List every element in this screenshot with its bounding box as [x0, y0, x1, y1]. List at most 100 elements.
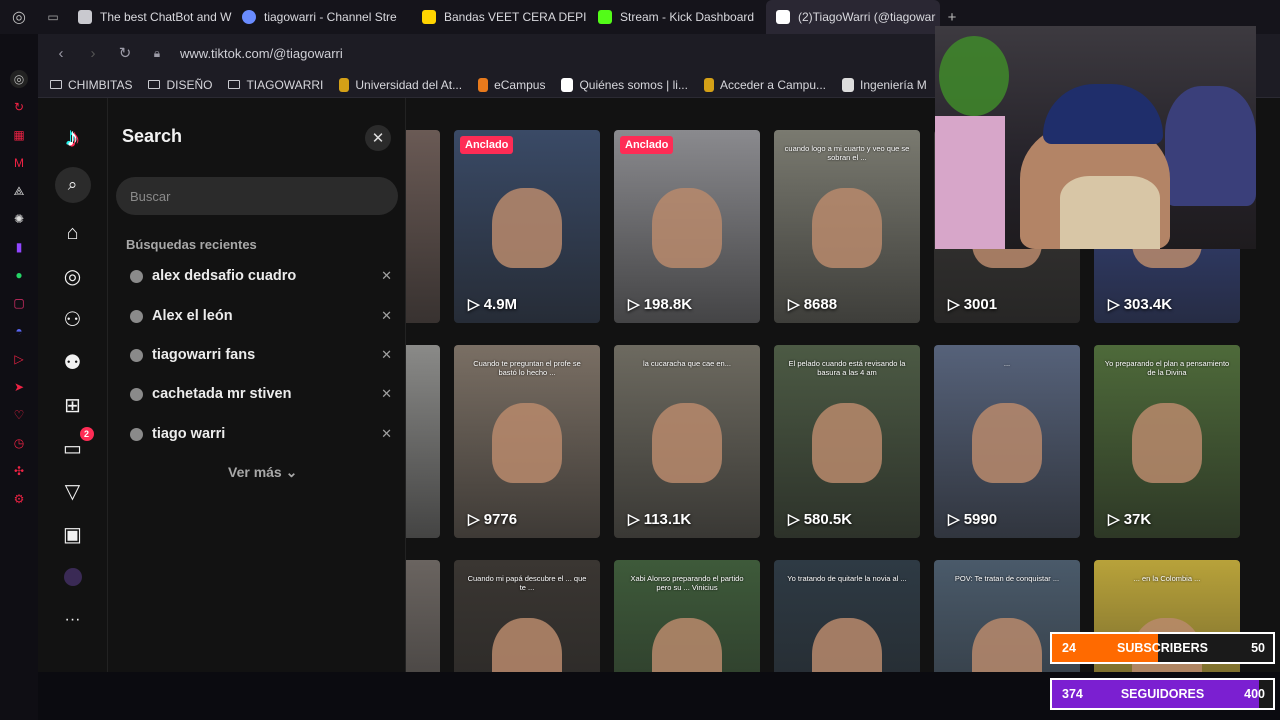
video-card[interactable]: Yo tratando de quitarle la novia al ... [774, 560, 920, 672]
recent-search-item[interactable]: Alex el león ✕ [130, 301, 398, 331]
extensions-icon[interactable]: ✣ [10, 462, 28, 480]
view-count: ▷ 198.8K [628, 296, 693, 313]
instagram-icon[interactable]: ▢ [10, 294, 28, 312]
following-icon[interactable]: ⚇ [60, 306, 86, 332]
video-card[interactable]: Cuando mi papá descubre el ... que te ..… [454, 560, 600, 672]
video-card[interactable]: la cucaracha que cae en... ▷ 113.1K [614, 345, 760, 538]
tab-kick-dashboard[interactable]: Stream - Kick Dashboard [588, 0, 766, 34]
opera-menu-icon[interactable]: ◎ [0, 7, 38, 27]
followers-goal-bar: 374 SEGUIDORES 400 [1050, 678, 1275, 710]
remove-icon[interactable]: ✕ [381, 386, 392, 402]
forward-icon[interactable]: › [84, 45, 102, 62]
see-more-button[interactable]: Ver más ⌄ [228, 464, 297, 481]
bookmark-universidad[interactable]: Universidad del At... [339, 77, 462, 92]
subscribers-label: SUBSCRIBERS [1117, 641, 1208, 655]
bookmark-quienes-somos[interactable]: Quiénes somos | li... [561, 77, 688, 92]
recent-search-label: cachetada mr stiven [152, 386, 292, 402]
video-card[interactable]: Anclado ▷ 198.8K [614, 130, 760, 323]
bookmark-ecampus[interactable]: eCampus [478, 77, 545, 92]
tiktok-logo-icon[interactable]: ♪ [60, 122, 86, 152]
history-clock-icon [130, 427, 143, 441]
heart-icon[interactable]: ♡ [10, 406, 28, 424]
video-card[interactable]: Anclado ▷ 4.9M [454, 130, 600, 323]
bookmark-folder-tiagowarri[interactable]: TIAGOWARRI [228, 78, 323, 92]
more-icon[interactable]: ··· [60, 607, 86, 633]
search-icon[interactable]: ⌕ [54, 167, 91, 203]
discord-icon[interactable]: ◓ [10, 322, 28, 340]
recent-search-item[interactable]: tiago warri ✕ [130, 419, 398, 449]
video-card[interactable]: Cuando te preguntan el profe se bastó lo… [454, 345, 600, 538]
tab-label: Bandas VEET CERA DEPI [444, 10, 587, 24]
whatsapp-icon[interactable]: ● [10, 266, 28, 284]
video-caption: Yo tratando de quitarle la novia al ... [787, 574, 907, 583]
send-icon[interactable]: ➤ [10, 378, 28, 396]
video-thumbnail-figure [1132, 403, 1202, 483]
video-card[interactable]: Yo preparando el plan a pensamiento de l… [1094, 345, 1240, 538]
pinboard-icon[interactable]: ▦ [10, 126, 28, 144]
back-icon[interactable]: ‹ [52, 45, 70, 62]
chevron-down-icon: ⌄ [285, 464, 298, 480]
tab-bandas-veet[interactable]: Bandas VEET CERA DEPI [412, 0, 588, 34]
tab-label: The best ChatBot and Wi [100, 10, 232, 24]
recent-search-item[interactable]: cachetada mr stiven ✕ [130, 379, 398, 409]
workspaces-icon[interactable]: ▭ [38, 10, 68, 24]
reload-icon[interactable]: ↻ [116, 44, 134, 62]
tab-tiktok-profile[interactable]: (2)TiagoWarri (@tiagowar [766, 0, 940, 34]
view-count: ▷ 3001 [948, 296, 998, 313]
twitch-icon[interactable]: ▮ [10, 238, 28, 256]
folder-icon [50, 80, 62, 89]
video-card[interactable]: Xabi Alonso preparando el partido pero s… [614, 560, 760, 672]
history-icon[interactable]: ↻ [10, 98, 28, 116]
video-card[interactable]: cuando logo a mi cuarto y veo que se sob… [774, 130, 920, 323]
home-icon[interactable]: ⌂ [60, 220, 86, 246]
tab-favicon-icon [78, 10, 92, 24]
video-card[interactable]: ... ▷ 5990 [934, 345, 1080, 538]
url-field[interactable]: www.tiktok.com/@tiagowarri [180, 46, 343, 61]
remove-icon[interactable]: ✕ [381, 268, 392, 284]
recent-search-item[interactable]: tiagowarri fans ✕ [130, 340, 398, 370]
clock-icon[interactable]: ◷ [10, 434, 28, 452]
inbox-icon[interactable]: ▭ 2 [60, 427, 94, 461]
remove-icon[interactable]: ✕ [381, 426, 392, 442]
messages-icon[interactable]: ▽ [60, 478, 86, 504]
profile-icon[interactable] [60, 564, 86, 590]
bookmark-folder-diseno[interactable]: DISEÑO [148, 78, 212, 92]
video-caption: El pelado cuando está revisando la basur… [788, 359, 906, 377]
video-thumbnail-figure [812, 618, 882, 672]
search-input[interactable] [116, 177, 398, 215]
chatgpt-icon[interactable]: ✺ [10, 210, 28, 228]
friends-icon[interactable]: ⚉ [60, 349, 86, 375]
recent-search-label: tiagowarri fans [152, 347, 256, 363]
settings-icon[interactable]: ⚙ [10, 490, 28, 508]
live-icon[interactable]: ▣ [60, 521, 86, 547]
tab-channel-stream[interactable]: tiagowarri - Channel Stre [232, 0, 412, 34]
video-card[interactable] [406, 345, 440, 538]
remove-icon[interactable]: ✕ [381, 308, 392, 324]
recent-search-item[interactable]: alex dedsafio cuadro ✕ [130, 261, 398, 291]
folder-icon [148, 80, 161, 89]
video-thumbnail-figure [652, 618, 722, 672]
opera-logo-icon[interactable]: ◎ [10, 70, 28, 88]
music-icon[interactable]: M [10, 154, 28, 172]
aria-icon[interactable]: ⟁ [10, 182, 28, 200]
history-clock-icon [130, 387, 143, 401]
bookmark-label: TIAGOWARRI [246, 77, 324, 92]
bookmark-ingenieria[interactable]: Ingeniería M [842, 77, 927, 92]
video-caption: ... en la Colombia ... [1133, 574, 1201, 583]
university-icon [703, 77, 714, 92]
video-card[interactable]: El pelado cuando está revisando la basur… [774, 345, 920, 538]
close-icon[interactable]: ✕ [365, 125, 391, 151]
video-card[interactable] [406, 560, 440, 672]
tab-label: tiagowarri - Channel Stre [264, 10, 397, 24]
upload-icon[interactable]: ⊞ [60, 392, 86, 418]
bookmark-folder-chimbitas[interactable]: CHIMBITAS [50, 78, 132, 92]
video-card[interactable] [406, 130, 440, 323]
webcam-overlay [935, 26, 1256, 249]
remove-icon[interactable]: ✕ [381, 347, 392, 363]
bookmark-acceder-campus[interactable]: Acceder a Campu... [703, 77, 826, 92]
player-icon[interactable]: ▷ [10, 350, 28, 368]
explore-icon[interactable]: ◎ [60, 263, 86, 289]
tab-chatbot[interactable]: The best ChatBot and Wi [68, 0, 232, 34]
new-tab-button[interactable]: + [940, 9, 964, 26]
view-count: ▷ 4.9M [468, 296, 518, 313]
